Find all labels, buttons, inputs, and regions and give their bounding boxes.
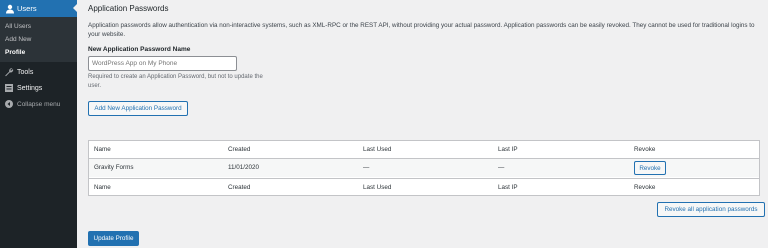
settings-icon bbox=[4, 83, 14, 93]
revoke-all-passwords-button[interactable]: Revoke all application passwords bbox=[657, 202, 765, 217]
application-passwords-table: Name Created Last Used Last IP Revoke Gr… bbox=[88, 140, 760, 196]
submenu-add-new[interactable]: Add New bbox=[0, 33, 77, 46]
wrench-icon bbox=[4, 67, 14, 77]
add-application-password-button[interactable]: Add New Application Password bbox=[88, 101, 188, 116]
revoke-button[interactable]: Revoke bbox=[634, 161, 666, 175]
table-row: Gravity Forms 11/01/2020 — — Revoke bbox=[89, 159, 759, 177]
cell-created: 11/01/2020 bbox=[228, 164, 260, 171]
sidebar-item-label: Settings bbox=[17, 84, 43, 92]
table-header-row: Name Created Last Used Last IP Revoke bbox=[89, 141, 759, 159]
cell-last-used: — bbox=[363, 164, 370, 171]
column-footer-name: Name bbox=[94, 184, 111, 191]
app-password-name-input[interactable] bbox=[88, 56, 237, 71]
column-footer-last-used: Last Used bbox=[363, 184, 392, 191]
submenu-profile[interactable]: Profile bbox=[0, 46, 77, 59]
sidebar-item-label: Collapse menu bbox=[17, 100, 61, 108]
column-footer-revoke: Revoke bbox=[634, 184, 656, 191]
app-password-name-label: New Application Password Name bbox=[88, 46, 191, 53]
column-footer-created: Created bbox=[228, 184, 251, 191]
column-header-last-used: Last Used bbox=[363, 146, 392, 153]
users-submenu: All Users Add New Profile bbox=[0, 17, 77, 62]
sidebar-item-users[interactable]: Users bbox=[0, 0, 77, 17]
column-header-last-ip: Last IP bbox=[498, 146, 518, 153]
section-description: Application passwords allow authenticati… bbox=[88, 22, 755, 38]
cell-last-ip: — bbox=[498, 164, 505, 171]
collapse-menu-button[interactable]: Collapse menu bbox=[0, 96, 77, 112]
section-title: Application Passwords bbox=[88, 4, 169, 13]
submenu-all-users[interactable]: All Users bbox=[0, 20, 77, 33]
sidebar-item-label: Users bbox=[17, 4, 37, 13]
update-profile-button[interactable]: Update Profile bbox=[88, 231, 139, 246]
collapse-icon bbox=[4, 99, 14, 109]
column-header-created: Created bbox=[228, 146, 251, 153]
column-header-name: Name bbox=[94, 146, 111, 153]
sidebar-item-tools[interactable]: Tools bbox=[0, 64, 77, 80]
table-footer-row: Name Created Last Used Last IP Revoke bbox=[89, 178, 759, 196]
cell-name: Gravity Forms bbox=[94, 164, 134, 171]
column-footer-last-ip: Last IP bbox=[498, 184, 518, 191]
field-help-text: Required to create an Application Passwo… bbox=[88, 74, 263, 89]
column-header-revoke: Revoke bbox=[634, 146, 656, 153]
sidebar-item-label: Tools bbox=[17, 68, 34, 76]
admin-sidebar: Users All Users Add New Profile Tools Se… bbox=[0, 0, 77, 248]
sidebar-item-settings[interactable]: Settings bbox=[0, 80, 77, 96]
users-icon bbox=[5, 4, 15, 14]
